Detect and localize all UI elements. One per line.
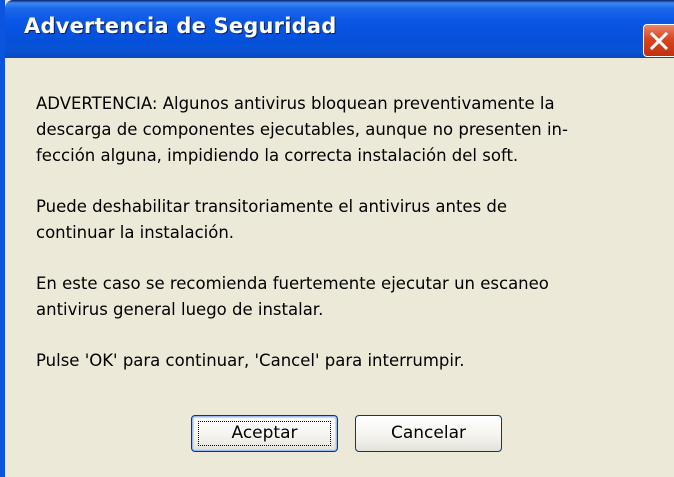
cancel-button-label: Cancelar [391,423,466,443]
accept-button-label: Aceptar [231,423,298,443]
instruction-paragraph: Pulse 'OK' para continuar, 'Cancel' para… [36,351,465,370]
dialog-body: ADVERTENCIA: Algunos antivirus bloquean … [5,58,674,477]
close-icon [650,32,668,50]
cancel-button[interactable]: Cancelar [355,415,502,452]
security-warning-dialog: Advertencia de Seguridad ADVERTENCIA: Al… [0,0,674,477]
title-bar[interactable]: Advertencia de Seguridad [5,0,674,58]
close-button[interactable] [643,24,674,57]
accept-button[interactable]: Aceptar [191,415,338,452]
disable-antivirus-paragraph: Puede deshabilitar transitoriamente el a… [36,197,508,242]
scan-recommendation-paragraph: En este caso se recomienda fuertemente e… [36,274,549,319]
warning-paragraph: ADVERTENCIA: Algunos antivirus bloquean … [36,94,568,165]
dialog-title: Advertencia de Seguridad [24,14,337,38]
